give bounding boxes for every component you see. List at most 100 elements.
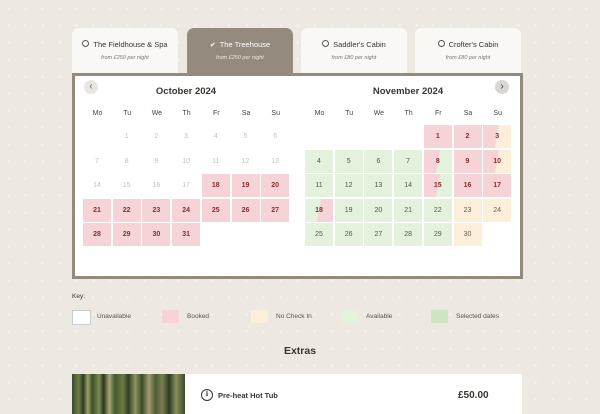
day-available[interactable]: 5 (334, 149, 363, 173)
month-title: November 2024 (372, 86, 444, 97)
day-booked: 1 (423, 125, 452, 148)
day-available[interactable]: 21 (394, 198, 423, 222)
weekday-header: Fr (434, 110, 442, 117)
weekday-header: Tu (123, 110, 132, 117)
day-available[interactable]: 26 (334, 223, 363, 246)
day-available[interactable]: 11 (305, 174, 333, 197)
key-label: No Check In (276, 313, 312, 320)
tab-crofters-cabin[interactable]: Crofter's Cabin from £80 per night (415, 28, 521, 74)
day-booked: 26 (231, 198, 260, 222)
day-booked: 28 (83, 223, 111, 246)
tab-price: from £250 per night (101, 55, 149, 61)
day-available[interactable]: 4 (305, 149, 333, 173)
key-swatch (431, 310, 448, 323)
radio-icon (437, 40, 445, 47)
weekday-header: We (373, 110, 385, 117)
weekday-header: Sa (463, 110, 473, 117)
weekday-header: Su (271, 110, 280, 117)
day-available[interactable]: 25 (305, 223, 333, 246)
day-no-check-in[interactable]: 30 (453, 223, 482, 246)
day-available[interactable]: 12 (334, 174, 363, 197)
day-unavailable: 15 (122, 182, 131, 189)
day-available-booked[interactable]: 15 (423, 174, 452, 197)
day-available-booked[interactable]: 8 (423, 149, 452, 173)
day-booked-available[interactable]: 18 (305, 198, 333, 222)
property-tabs: The Fieldhouse & Spa from £250 per night… (72, 28, 522, 74)
key-swatch (72, 310, 91, 325)
key-swatch (341, 310, 358, 323)
tab-treehouse[interactable]: ✔ The Treehouse from £250 per night (187, 28, 293, 74)
tab-price: from £80 per night (445, 55, 491, 61)
weekday-header: Mo (92, 110, 103, 117)
day-available[interactable]: 19 (334, 198, 363, 222)
day-booked: 24 (172, 198, 201, 222)
day-booked: 31 (172, 223, 201, 246)
day-available[interactable]: 13 (364, 174, 393, 197)
info-icon[interactable]: ℹ (201, 389, 213, 401)
tab-title: The Fieldhouse & Spa (93, 40, 168, 49)
key-label: Unavailable (97, 313, 131, 320)
day-available[interactable]: 6 (364, 149, 393, 173)
day-booked: 20 (261, 174, 290, 197)
weekday-header: We (151, 110, 163, 117)
radio-icon (322, 40, 330, 47)
day-available[interactable]: 29 (423, 223, 452, 246)
day-booked: 21 (83, 198, 111, 222)
extra-title: Pre-heat Hot Tub (218, 391, 278, 400)
tab-saddlers-cabin[interactable]: Saddler's Cabin from £80 per night (301, 28, 407, 74)
day-unavailable: 16 (152, 182, 161, 189)
day-booked: 2 (453, 125, 482, 148)
day-unavailable: 7 (95, 157, 99, 165)
tab-title: Crofter's Cabin (448, 40, 499, 49)
day-booked: 27 (261, 198, 290, 222)
chevron-right-icon: › (500, 81, 504, 92)
day-no-check-in[interactable]: 23 (453, 198, 482, 222)
day-booked: 30 (142, 223, 171, 246)
day-available[interactable]: 7 (394, 149, 423, 173)
day-unavailable: 4 (213, 133, 218, 140)
day-booked-no-check-in[interactable]: 3 (483, 125, 512, 148)
key-swatch (162, 310, 179, 323)
tab-price: from £250 per night (216, 55, 264, 61)
day-booked: 16 (453, 174, 482, 197)
key-title: Key: (72, 293, 86, 300)
day-booked-no-check-in[interactable]: 10 (483, 149, 512, 173)
day-available[interactable]: 14 (394, 174, 423, 197)
day-booked: 9 (453, 149, 482, 173)
day-booked: 17 (483, 174, 512, 197)
key-label: Selected dates (456, 313, 500, 320)
day-unavailable: 9 (154, 157, 159, 165)
day-no-check-in[interactable]: 24 (483, 198, 512, 222)
day-available[interactable]: 22 (423, 198, 452, 222)
weekday-header: Su (493, 110, 502, 117)
weekday-header: Fr (212, 110, 220, 117)
weekday-header: Th (404, 110, 413, 117)
key-label: Available (366, 313, 393, 320)
prev-month-button[interactable]: ‹ (84, 80, 98, 94)
day-unavailable: 12 (241, 157, 250, 165)
weekday-header: Mo (314, 110, 325, 117)
tab-title: Saddler's Cabin (333, 40, 386, 49)
extra-card[interactable]: ℹ Pre-heat Hot Tub £50.00 (72, 374, 522, 414)
weekday-header: Tu (345, 110, 354, 117)
extras-heading: Extras (283, 345, 317, 357)
day-booked: 25 (201, 198, 230, 222)
tab-price: from £80 per night (331, 55, 377, 61)
day-booked: 23 (142, 198, 171, 222)
day-unavailable: 10 (182, 157, 190, 165)
day-unavailable: 11 (212, 157, 220, 165)
radio-icon (82, 40, 90, 47)
day-booked: 19 (231, 174, 260, 197)
day-available[interactable]: 20 (364, 198, 393, 222)
day-available[interactable]: 27 (364, 223, 393, 246)
key-swatch (251, 310, 268, 323)
day-available[interactable]: 28 (394, 223, 423, 246)
weekday-header: Th (182, 110, 191, 117)
next-month-button[interactable]: › (495, 80, 509, 94)
day-booked: 22 (112, 198, 141, 222)
availability-calendar: October 2024 Mo Tu We Th Fr Sa Su 1 2 3 4 5 6 7 8 9 10 11… (72, 73, 523, 279)
tab-fieldhouse-spa[interactable]: The Fieldhouse & Spa from £250 per night (72, 28, 178, 74)
day-unavailable: 14 (93, 182, 101, 189)
chevron-left-icon: ‹ (89, 81, 93, 92)
day-booked: 29 (112, 223, 141, 246)
